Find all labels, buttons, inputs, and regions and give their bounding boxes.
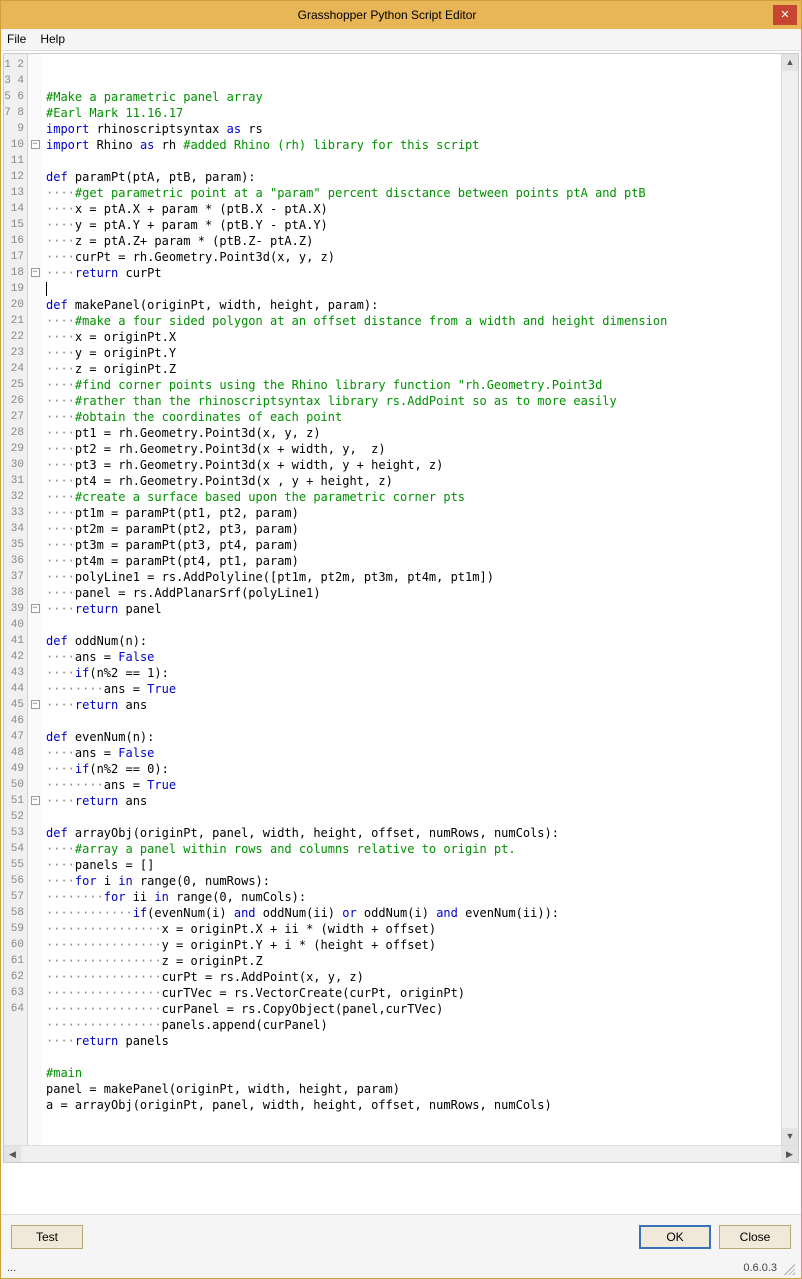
- scroll-down-button[interactable]: ▼: [782, 1128, 798, 1145]
- close-button[interactable]: Close: [719, 1225, 791, 1249]
- bottom-toolbar: Test OK Close: [1, 1214, 801, 1258]
- scroll-right-button[interactable]: ▶: [781, 1146, 798, 1162]
- scroll-up-button[interactable]: ▲: [782, 54, 798, 71]
- horizontal-scrollbar[interactable]: ◀ ▶: [4, 1145, 798, 1162]
- ok-button[interactable]: OK: [639, 1225, 711, 1249]
- code-editor[interactable]: 1 2 3 4 5 6 7 8 9 10 11 12 13 14 15 16 1…: [4, 54, 798, 1145]
- hscroll-track[interactable]: [21, 1146, 781, 1162]
- close-icon: ✕: [780, 8, 789, 21]
- menu-help[interactable]: Help: [40, 32, 65, 46]
- fold-toggle[interactable]: −: [31, 268, 40, 277]
- test-button[interactable]: Test: [11, 1225, 83, 1249]
- scroll-left-button[interactable]: ◀: [4, 1146, 21, 1162]
- fold-column[interactable]: − − − − −: [28, 54, 42, 1145]
- resize-grip-icon[interactable]: [781, 1261, 795, 1275]
- fold-toggle[interactable]: −: [31, 796, 40, 805]
- fold-toggle[interactable]: −: [31, 700, 40, 709]
- editor-window: Grasshopper Python Script Editor ✕ File …: [0, 0, 802, 1279]
- vertical-scrollbar[interactable]: ▲ ▼: [781, 54, 798, 1145]
- code-view[interactable]: #Make a parametric panel array #Earl Mar…: [42, 54, 781, 1145]
- editor-area: 1 2 3 4 5 6 7 8 9 10 11 12 13 14 15 16 1…: [3, 53, 799, 1163]
- fold-toggle[interactable]: −: [31, 604, 40, 613]
- fold-toggle[interactable]: −: [31, 140, 40, 149]
- line-number-gutter: 1 2 3 4 5 6 7 8 9 10 11 12 13 14 15 16 1…: [4, 54, 28, 1145]
- code-text[interactable]: #Make a parametric panel array #Earl Mar…: [46, 89, 777, 1113]
- version-label: 0.6.0.3: [743, 1262, 777, 1274]
- menu-file[interactable]: File: [7, 32, 26, 46]
- window-title: Grasshopper Python Script Editor: [1, 8, 773, 22]
- status-left: ...: [7, 1262, 16, 1274]
- title-bar[interactable]: Grasshopper Python Script Editor ✕: [1, 1, 801, 29]
- menu-bar: File Help: [1, 29, 801, 51]
- window-close-button[interactable]: ✕: [773, 5, 797, 25]
- status-bar: ... 0.6.0.3: [1, 1258, 801, 1278]
